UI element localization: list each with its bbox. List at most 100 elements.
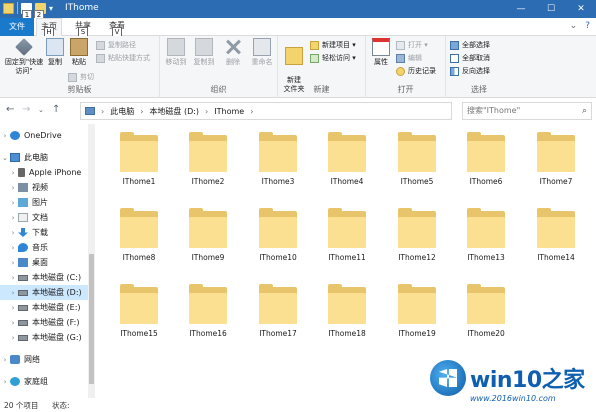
nav-item-drive-e[interactable]: › 本地磁盘 (E:) [0, 300, 88, 315]
chevron-right-icon[interactable]: › [0, 356, 10, 364]
nav-item-desktop[interactable]: › 桌面 [0, 255, 88, 270]
chevron-right-icon[interactable]: › [8, 259, 18, 267]
nav-item-drive-g[interactable]: › 本地磁盘 (G:) [0, 330, 88, 345]
folder-item[interactable]: IThome8 [108, 208, 170, 262]
chevron-right-icon[interactable]: › [205, 107, 208, 116]
title-bar: ▾ 1 2 IThome — ☐ ✕ [0, 0, 596, 20]
folder-item[interactable]: IThome10 [247, 208, 309, 262]
nav-pane-scrollbar[interactable] [88, 124, 95, 398]
qat-dropdown-icon[interactable]: ▾ [49, 4, 53, 13]
forward-arrow-icon[interactable]: → [22, 104, 30, 115]
folder-item[interactable]: IThome5 [386, 132, 448, 186]
chevron-right-icon[interactable]: › [8, 214, 18, 222]
folder-item[interactable]: IThome18 [316, 284, 378, 338]
pin-quick-access-button[interactable]: 固定到"快速访问" [2, 38, 46, 76]
chevron-right-icon[interactable]: › [8, 289, 18, 297]
folder-item[interactable]: IThome17 [247, 284, 309, 338]
copy-path-button[interactable]: 复制路径 [96, 40, 136, 50]
tab-file[interactable]: 文件 [0, 18, 34, 36]
folder-item[interactable]: IThome11 [316, 208, 378, 262]
move-to-button[interactable]: 移动到 [164, 38, 188, 67]
folder-item[interactable]: IThome9 [177, 208, 239, 262]
chevron-right-icon[interactable]: › [8, 244, 18, 252]
nav-item-documents[interactable]: › 文档 [0, 210, 88, 225]
select-none-button[interactable]: 全部取消 [450, 53, 490, 63]
invert-selection-button[interactable]: 反向选择 [450, 66, 490, 76]
nav-item-downloads[interactable]: › 下载 [0, 225, 88, 240]
nav-item-label: 本地磁盘 (E:) [32, 303, 81, 312]
up-arrow-icon[interactable]: ↑ [52, 104, 60, 115]
paste-button[interactable]: 粘贴 [68, 38, 90, 67]
expand-ribbon-icon[interactable]: ⌄ [570, 21, 578, 31]
nav-item-drive-c[interactable]: › 本地磁盘 (C:) [0, 270, 88, 285]
chevron-right-icon[interactable]: › [8, 274, 18, 282]
folder-item[interactable]: IThome4 [316, 132, 378, 186]
documents-icon [18, 213, 28, 222]
chevron-right-icon[interactable]: › [250, 107, 253, 116]
folder-item[interactable]: IThome19 [386, 284, 448, 338]
chevron-right-icon[interactable]: › [8, 334, 18, 342]
chevron-right-icon[interactable]: › [0, 132, 10, 140]
folder-item[interactable]: IThome15 [108, 284, 170, 338]
chevron-right-icon[interactable]: › [0, 378, 10, 386]
folder-item[interactable]: IThome6 [455, 132, 517, 186]
folder-item[interactable]: IThome7 [525, 132, 587, 186]
edit-button[interactable]: 编辑 [396, 53, 422, 63]
folder-item[interactable]: IThome3 [247, 132, 309, 186]
chevron-right-icon[interactable]: › [8, 184, 18, 192]
help-icon[interactable]: ? [585, 21, 590, 31]
recent-locations-icon[interactable]: ⌄ [38, 106, 44, 114]
nav-item-this-pc[interactable]: ⌄ 此电脑 [0, 150, 88, 165]
select-all-button[interactable]: 全部选择 [450, 40, 490, 50]
chevron-right-icon[interactable]: › [8, 169, 18, 177]
nav-item-onedrive[interactable]: › OneDrive [0, 128, 88, 143]
easy-access-button[interactable]: 轻松访问 ▾ [310, 53, 356, 63]
close-button[interactable]: ✕ [566, 0, 596, 18]
copy-to-button[interactable]: 复制到 [192, 38, 216, 67]
search-input[interactable]: 搜索"IThome" ⌕ [462, 102, 592, 120]
chevron-right-icon[interactable]: › [140, 107, 143, 116]
breadcrumb-this-pc[interactable]: 此电脑 [110, 106, 134, 117]
nav-item-drive-d[interactable]: › 本地磁盘 (D:) [0, 285, 88, 300]
folder-item[interactable]: IThome12 [386, 208, 448, 262]
breadcrumb-ithome[interactable]: IThome [214, 107, 244, 116]
breadcrumb-drive-d[interactable]: 本地磁盘 (D:) [149, 106, 199, 117]
chevron-right-icon[interactable]: › [101, 107, 104, 116]
open-button[interactable]: 打开 ▾ [396, 40, 428, 50]
chevron-right-icon[interactable]: › [8, 199, 18, 207]
delete-button[interactable]: 删除 [222, 38, 244, 67]
nav-item-videos[interactable]: › 视频 [0, 180, 88, 195]
copy-button[interactable]: 复制 [44, 38, 66, 67]
folder-item[interactable]: IThome13 [455, 208, 517, 262]
folder-item[interactable]: IThome20 [455, 284, 517, 338]
scrollbar-thumb[interactable] [89, 254, 94, 384]
folder-icon [328, 284, 366, 324]
nav-item-music[interactable]: › 音乐 [0, 240, 88, 255]
nav-item-apple-iphone[interactable]: › Apple iPhone [0, 165, 88, 180]
nav-item-pictures[interactable]: › 图片 [0, 195, 88, 210]
cut-button[interactable]: 剪切 [68, 72, 94, 82]
address-bar[interactable]: › 此电脑 › 本地磁盘 (D:) › IThome › [80, 102, 452, 120]
chevron-right-icon[interactable]: › [8, 319, 18, 327]
chevron-down-icon[interactable]: ⌄ [0, 154, 10, 162]
folder-item[interactable]: IThome2 [177, 132, 239, 186]
history-button[interactable]: 历史记录 [396, 66, 436, 76]
paste-shortcut-button[interactable]: 粘贴快捷方式 [96, 53, 150, 63]
new-item-button[interactable]: 新建项目 ▾ [310, 40, 356, 50]
nav-item-homegroup[interactable]: › 家庭组 [0, 374, 88, 389]
back-arrow-icon[interactable]: ← [6, 104, 14, 115]
nav-item-network[interactable]: › 网络 [0, 352, 88, 367]
folder-item[interactable]: IThome14 [525, 208, 587, 262]
folder-item[interactable]: IThome1 [108, 132, 170, 186]
chevron-right-icon[interactable]: › [8, 304, 18, 312]
folder-name: IThome2 [191, 177, 225, 186]
minimize-button[interactable]: — [506, 0, 536, 18]
chevron-right-icon[interactable]: › [8, 229, 18, 237]
folder-item[interactable]: IThome16 [177, 284, 239, 338]
nav-item-drive-f[interactable]: › 本地磁盘 (F:) [0, 315, 88, 330]
pin-icon [15, 38, 33, 56]
properties-button[interactable]: 属性 [370, 38, 392, 67]
maximize-button[interactable]: ☐ [536, 0, 566, 18]
rename-button[interactable]: 重命名 [248, 38, 276, 67]
search-icon[interactable]: ⌕ [582, 103, 587, 119]
